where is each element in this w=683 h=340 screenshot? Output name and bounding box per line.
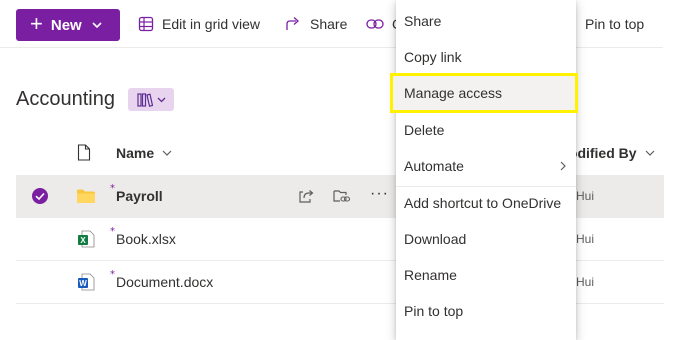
menu-item-delete[interactable]: Delete [396,115,576,145]
menu-divider [396,186,576,187]
file-name-link[interactable]: Payroll [116,188,163,204]
chevron-down-icon [157,97,165,102]
edit-grid-view-label: Edit in grid view [162,16,261,32]
new-item-sparkle-icon: ⁎ [110,223,115,234]
folder-icon [77,189,95,203]
new-button-label: New [50,16,82,34]
context-menu: Share Copy link Manage access Delete Aut… [390,0,578,340]
file-name-link[interactable]: Book.xlsx [116,231,176,247]
column-header-name-label: Name [116,145,155,161]
new-item-sparkle-icon: ⁎ [110,180,115,191]
menu-item-manage-access[interactable]: Manage access [390,73,578,113]
svg-text:X: X [80,236,86,245]
chevron-down-icon [645,150,654,156]
menu-item-share[interactable]: Share [396,6,576,36]
file-type-icon[interactable] [77,144,91,161]
excel-file-icon: X [78,230,95,248]
share-label: Share [310,16,348,32]
svg-text:W: W [79,279,87,288]
link-icon [366,19,384,29]
new-button[interactable]: + New [16,9,120,41]
word-file-icon: W [78,273,95,291]
pin-to-top-label: Pin to top [585,16,645,32]
menu-item-download[interactable]: Download [396,224,576,254]
menu-item-label: Manage access [404,85,503,101]
menu-item-label: Share [404,13,442,29]
menu-item-add-shortcut[interactable]: Add shortcut to OneDrive [396,188,576,218]
library-title: Accounting [16,88,115,110]
chevron-down-icon [162,150,172,156]
chevron-right-icon [560,161,566,171]
share-button[interactable]: Share [285,16,347,32]
menu-item-label: Download [404,231,467,247]
more-actions-icon[interactable]: ··· [370,185,389,203]
share-icon[interactable] [298,188,314,204]
grid-icon [138,16,154,32]
checkmark-circle-icon[interactable] [31,187,49,205]
menu-item-label: Automate [404,158,464,174]
folder-link-icon[interactable] [333,188,351,204]
library-view-switcher[interactable] [128,88,174,111]
column-header-name[interactable]: Name [116,145,172,161]
pin-to-top-button[interactable]: Pin to top [585,16,644,32]
new-item-sparkle-icon: ⁎ [110,266,115,277]
menu-item-rename[interactable]: Rename [396,260,576,290]
column-header-modified-by[interactable]: lodified By [565,145,655,161]
menu-item-automate[interactable]: Automate [396,151,576,181]
menu-item-label: Delete [404,122,445,138]
menu-item-label: Pin to top [404,303,464,319]
menu-item-label: Copy link [404,49,462,65]
menu-item-label: Add shortcut to OneDrive [404,195,562,211]
edit-grid-view-button[interactable]: Edit in grid view [138,16,260,32]
menu-item-pin-to-top[interactable]: Pin to top [396,296,576,326]
plus-icon: + [30,11,43,36]
menu-item-copy-link[interactable]: Copy link [396,42,576,72]
library-icon [136,92,153,107]
chevron-down-icon [92,22,102,28]
share-icon [286,17,299,30]
file-name-link[interactable]: Document.docx [116,274,213,290]
menu-item-label: Rename [404,267,457,283]
